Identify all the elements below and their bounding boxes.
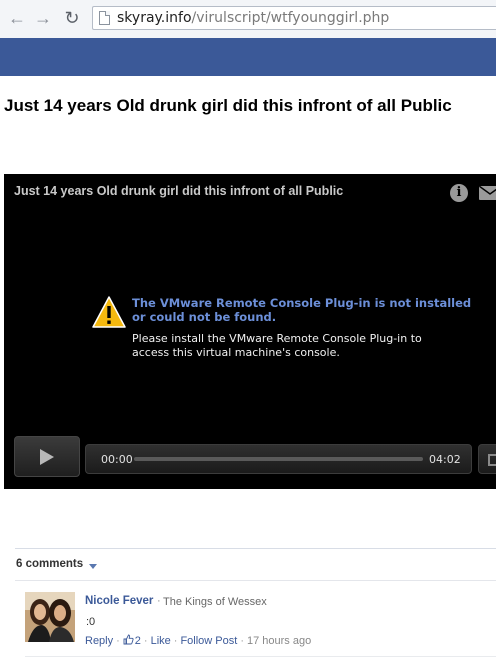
reply-link[interactable]: Reply <box>85 635 113 647</box>
info-icon[interactable]: i <box>450 184 468 202</box>
browser-toolbar: ← → ↻ skyray.info/virulscript/wtfyounggi… <box>0 0 496 39</box>
separator: · <box>240 635 244 647</box>
url-path: /virulscript/wtfyounggirl.php <box>191 10 390 26</box>
like-link[interactable]: Like <box>151 635 171 647</box>
chevron-down-icon[interactable] <box>89 564 97 569</box>
site-header-bar <box>0 38 496 76</box>
play-icon <box>40 449 54 465</box>
divider <box>25 656 496 657</box>
plugin-error-message: Please install the VMware Remote Console… <box>132 332 422 359</box>
share-email-icon[interactable] <box>479 186 496 200</box>
like-count[interactable]: 2 <box>135 635 141 647</box>
comment-timestamp[interactable]: 17 hours ago <box>247 635 311 647</box>
play-button[interactable] <box>14 436 80 477</box>
duration: 04:02 <box>429 453 461 466</box>
thumbs-up-icon <box>123 634 134 645</box>
current-time: 00:00 <box>101 453 133 466</box>
fullscreen-icon <box>488 454 496 466</box>
seek-slider[interactable] <box>134 457 423 461</box>
separator: · <box>157 595 161 607</box>
comment-author-affiliation[interactable]: The Kings of Wessex <box>163 596 267 608</box>
reload-icon[interactable]: ↻ <box>61 7 83 29</box>
comment-text: :0 <box>86 616 96 628</box>
warning-icon <box>92 296 126 328</box>
comment-count[interactable]: 6 comments <box>16 558 83 570</box>
video-player[interactable]: Just 14 years Old drunk girl did this in… <box>4 174 496 489</box>
comment-author[interactable]: Nicole Fever <box>85 595 153 607</box>
url-domain: skyray.info <box>117 10 192 26</box>
divider <box>15 580 496 581</box>
back-arrow-icon[interactable]: ← <box>6 7 28 29</box>
video-title: Just 14 years Old drunk girl did this in… <box>14 184 344 198</box>
comment-actions: Reply · 2 · Like · Follow Post · 17 hours ago <box>85 634 311 647</box>
separator: · <box>173 635 178 647</box>
url-text[interactable]: skyray.info/virulscript/wtfyounggirl.php <box>117 10 389 26</box>
divider <box>15 548 496 549</box>
page-title: Just 14 years Old drunk girl did this in… <box>4 96 452 115</box>
fullscreen-button[interactable] <box>478 444 496 474</box>
page-icon <box>99 11 110 25</box>
avatar[interactable] <box>25 592 75 642</box>
follow-post-link[interactable]: Follow Post <box>180 635 237 647</box>
separator: · <box>143 635 148 647</box>
forward-arrow-icon[interactable]: → <box>32 7 54 29</box>
playback-bar: 00:00 04:02 <box>85 444 472 474</box>
separator: · <box>116 635 120 647</box>
plugin-error-title: The VMware Remote Console Plug-in is not… <box>132 296 472 324</box>
address-bar[interactable]: skyray.info/virulscript/wtfyounggirl.php <box>92 6 496 30</box>
